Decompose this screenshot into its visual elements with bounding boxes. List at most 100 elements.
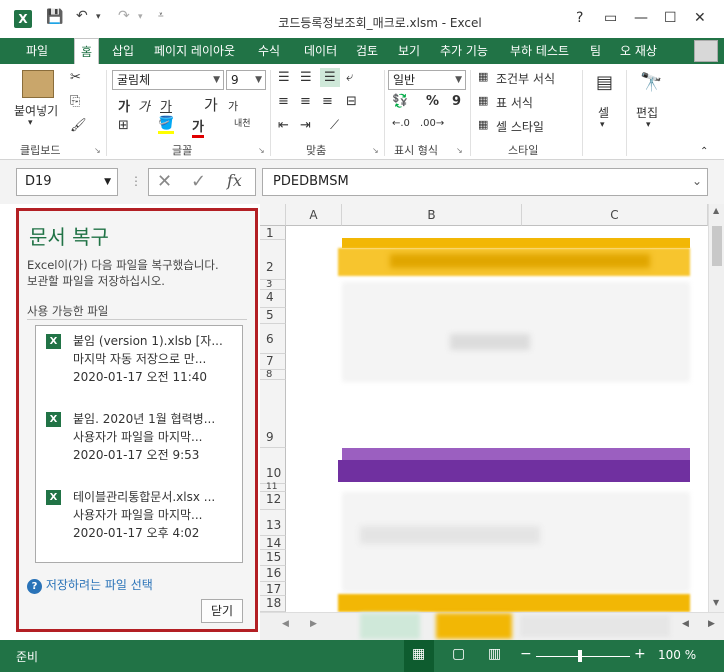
- align-bottom-icon[interactable]: ☰: [320, 68, 340, 87]
- editing-button[interactable]: 편집: [636, 104, 658, 121]
- scroll-thumb[interactable]: [712, 226, 722, 266]
- row-header[interactable]: 11: [260, 483, 286, 492]
- help-link[interactable]: ? 저장하려는 파일 선택: [27, 576, 153, 594]
- shrink-font-button[interactable]: 가: [228, 98, 238, 114]
- row-header[interactable]: 10: [260, 448, 286, 484]
- row-header[interactable]: 14: [260, 536, 286, 550]
- user-name[interactable]: 오 재상: [614, 38, 663, 64]
- redo-dropdown-icon[interactable]: ▾: [138, 12, 143, 22]
- copy-icon[interactable]: ⎘: [70, 94, 80, 109]
- scroll-right-icon[interactable]: ▶: [708, 619, 715, 629]
- normal-view-button[interactable]: ▦: [404, 640, 434, 672]
- name-box[interactable]: D19 ▼: [16, 168, 118, 196]
- align-right-icon[interactable]: ≡: [322, 94, 333, 109]
- worksheet-grid[interactable]: A B C 1 2 3 4 5 6 7 8 9 10 11 12 13 14 1…: [260, 204, 708, 612]
- more-options-icon[interactable]: ⋮: [130, 174, 142, 188]
- tab-team[interactable]: 팀: [584, 38, 607, 64]
- column-header[interactable]: C: [522, 204, 708, 226]
- phonetic-button[interactable]: 내천: [234, 116, 251, 129]
- insert-function-button[interactable]: fx: [227, 171, 242, 190]
- paste-dropdown-icon[interactable]: ▾: [28, 118, 33, 128]
- list-item[interactable]: X 테이블관리통합문서.xlsx ... 사용자가 파일을 마지막... 202…: [46, 488, 236, 540]
- decrease-decimal-icon[interactable]: .00→: [420, 118, 444, 129]
- save-icon[interactable]: 💾: [46, 9, 63, 25]
- undo-icon[interactable]: ↶: [76, 8, 88, 24]
- help-button[interactable]: ?: [576, 10, 583, 26]
- maximize-button[interactable]: ☐: [664, 10, 677, 26]
- row-header[interactable]: 17: [260, 582, 286, 596]
- align-left-icon[interactable]: ≡: [278, 94, 289, 109]
- row-header[interactable]: 6: [260, 324, 286, 354]
- recovery-close-button[interactable]: 닫기: [201, 599, 243, 623]
- tab-page-layout[interactable]: 페이지 레이아웃: [148, 38, 241, 64]
- tab-insert[interactable]: 삽입: [106, 38, 140, 64]
- prev-sheet-icon[interactable]: ◀: [282, 619, 289, 629]
- scroll-down-icon[interactable]: ▼: [713, 598, 719, 607]
- vertical-scrollbar[interactable]: ▲ ▼: [708, 204, 724, 612]
- list-item[interactable]: X 붙임 (version 1).xlsb [자... 마지막 자동 저장으로 …: [46, 332, 236, 384]
- cut-icon[interactable]: ✂: [70, 70, 81, 85]
- italic-button[interactable]: 가: [138, 96, 150, 115]
- align-center-icon[interactable]: ≡: [300, 94, 311, 109]
- font-size-select[interactable]: 9 ▼: [226, 70, 266, 90]
- enter-icon[interactable]: ✓: [191, 171, 206, 192]
- font-name-select[interactable]: 굴림체 ▼: [112, 70, 224, 90]
- zoom-slider-thumb[interactable]: [578, 650, 582, 662]
- cancel-icon[interactable]: ✕: [157, 171, 172, 192]
- column-header[interactable]: B: [342, 204, 522, 226]
- row-header[interactable]: 8: [260, 370, 286, 380]
- comma-button[interactable]: 9: [452, 94, 461, 109]
- zoom-out-icon[interactable]: −: [520, 646, 532, 662]
- redo-icon[interactable]: ↷: [118, 8, 130, 24]
- binoculars-icon[interactable]: 🔭: [640, 72, 662, 93]
- column-header[interactable]: A: [286, 204, 342, 226]
- editing-dropdown-icon[interactable]: ▾: [646, 120, 651, 130]
- cells-button[interactable]: 셀: [598, 104, 609, 121]
- next-sheet-icon[interactable]: ▶: [310, 619, 317, 629]
- avatar[interactable]: [694, 40, 718, 62]
- row-header[interactable]: 13: [260, 510, 286, 536]
- ribbon-display-button[interactable]: ▭: [604, 10, 617, 26]
- close-button[interactable]: ✕: [694, 10, 706, 26]
- align-middle-icon[interactable]: ☰: [300, 70, 312, 85]
- row-header[interactable]: 2: [260, 240, 286, 280]
- select-all-corner[interactable]: [260, 204, 286, 226]
- table-format-button[interactable]: 표 서식: [496, 94, 533, 111]
- tab-data[interactable]: 데이터: [298, 38, 343, 64]
- bold-button[interactable]: 가: [118, 96, 130, 115]
- tab-load-test[interactable]: 부하 테스트: [504, 38, 575, 64]
- font-launcher-icon[interactable]: ↘: [258, 146, 265, 155]
- font-color-icon[interactable]: 가: [192, 116, 204, 138]
- orientation-icon[interactable]: ⟋: [330, 118, 339, 133]
- tab-formulas[interactable]: 수식: [252, 38, 286, 64]
- wrap-text-icon[interactable]: ⤶: [346, 70, 353, 85]
- align-launcher-icon[interactable]: ↘: [372, 146, 379, 155]
- collapse-ribbon-icon[interactable]: ⌃: [700, 146, 708, 157]
- scroll-left-icon[interactable]: ◀: [682, 619, 689, 629]
- row-header[interactable]: 7: [260, 354, 286, 370]
- tab-view[interactable]: 보기: [392, 38, 426, 64]
- align-top-icon[interactable]: ☰: [278, 70, 290, 85]
- row-header[interactable]: 12: [260, 492, 286, 510]
- number-format-select[interactable]: 일반 ▼: [388, 70, 466, 90]
- accounting-format-icon[interactable]: 💱: [392, 94, 408, 109]
- page-break-view-icon[interactable]: ▥: [488, 646, 501, 662]
- sheet-tab[interactable]: [436, 613, 512, 639]
- row-header[interactable]: 1: [260, 226, 286, 240]
- sheet-tab[interactable]: [360, 613, 420, 639]
- tab-file[interactable]: 파일: [20, 38, 55, 64]
- formula-input[interactable]: PDEDBMSM: [262, 168, 708, 196]
- merge-center-icon[interactable]: ⊟: [346, 94, 357, 109]
- format-painter-icon[interactable]: 🖌: [70, 118, 87, 133]
- minimize-button[interactable]: —: [634, 10, 648, 26]
- tab-review[interactable]: 검토: [350, 38, 384, 64]
- zoom-level[interactable]: 100 %: [658, 648, 696, 662]
- cells-dropdown-icon[interactable]: ▾: [600, 120, 605, 130]
- border-icon[interactable]: ⊞: [118, 118, 129, 133]
- number-launcher-icon[interactable]: ↘: [456, 146, 463, 155]
- row-header[interactable]: 15: [260, 550, 286, 566]
- percent-button[interactable]: %: [426, 94, 439, 109]
- row-header[interactable]: 18: [260, 596, 286, 612]
- tab-home[interactable]: 홈: [74, 38, 100, 65]
- recovered-files-list[interactable]: X 붙임 (version 1).xlsb [자... 마지막 자동 저장으로 …: [35, 325, 243, 563]
